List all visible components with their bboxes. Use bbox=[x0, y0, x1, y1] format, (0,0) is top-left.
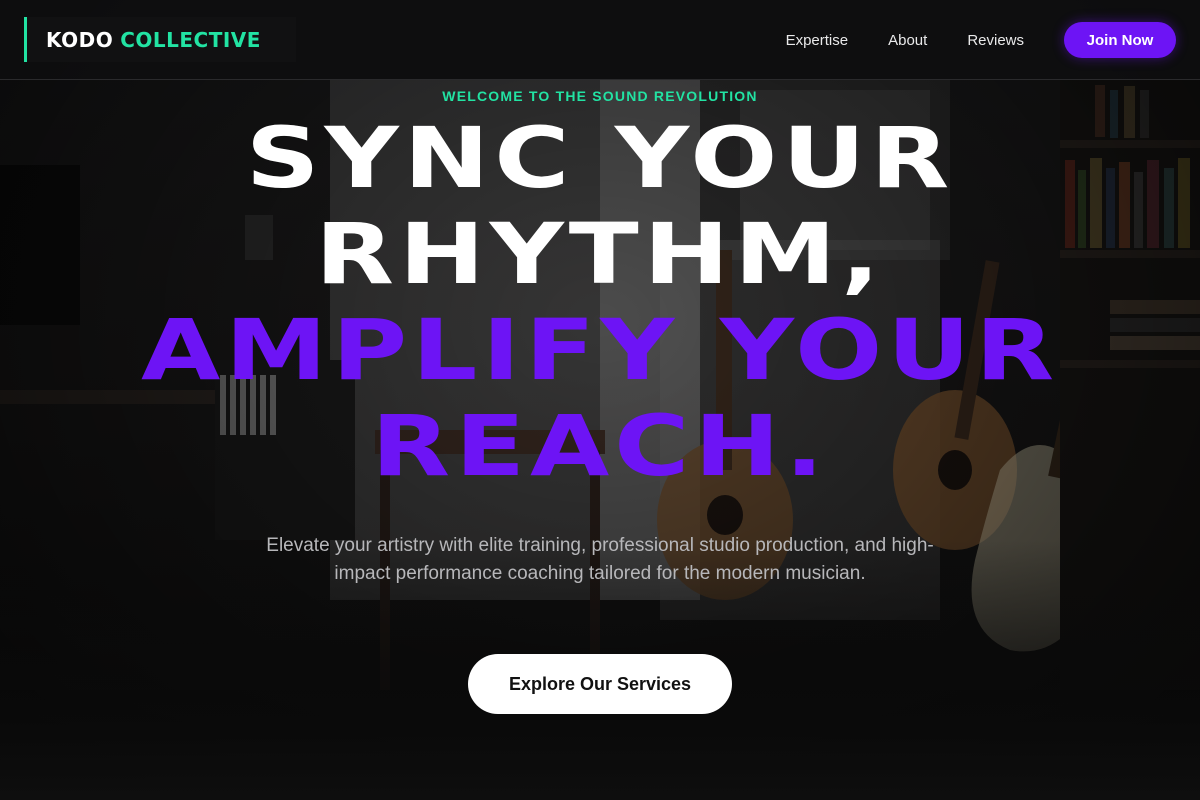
headline-line-4: REACH. bbox=[371, 397, 829, 495]
explore-services-button[interactable]: Explore Our Services bbox=[468, 654, 732, 714]
hero-subtitle: Elevate your artistry with elite trainin… bbox=[266, 535, 934, 584]
nav-link-expertise[interactable]: Expertise bbox=[786, 32, 849, 49]
hero-headline: SYNC YOUR RHYTHM, AMPLIFY YOUR REACH. bbox=[0, 110, 1200, 494]
hero-section: WELCOME TO THE SOUND REVOLUTION SYNC YOU… bbox=[0, 80, 1200, 800]
join-now-button[interactable]: Join Now bbox=[1064, 22, 1176, 58]
nav-link-about[interactable]: About bbox=[888, 32, 927, 49]
headline-line-1: SYNC YOUR bbox=[245, 109, 955, 207]
brand-name-part-2: COLLECTIVE bbox=[120, 27, 261, 52]
brand-logo[interactable]: KODO COLLECTIVE bbox=[24, 17, 296, 62]
brand-name-part-1: KODO bbox=[46, 27, 114, 52]
headline-line-3: AMPLIFY YOUR bbox=[140, 301, 1060, 399]
nav-link-reviews[interactable]: Reviews bbox=[967, 32, 1024, 49]
headline-line-2: RHYTHM, bbox=[315, 205, 885, 303]
top-navigation-bar: KODO COLLECTIVE Expertise About Reviews … bbox=[0, 0, 1200, 80]
main-nav: Expertise About Reviews Join Now bbox=[786, 22, 1176, 58]
hero-eyebrow: WELCOME TO THE SOUND REVOLUTION bbox=[442, 88, 758, 104]
